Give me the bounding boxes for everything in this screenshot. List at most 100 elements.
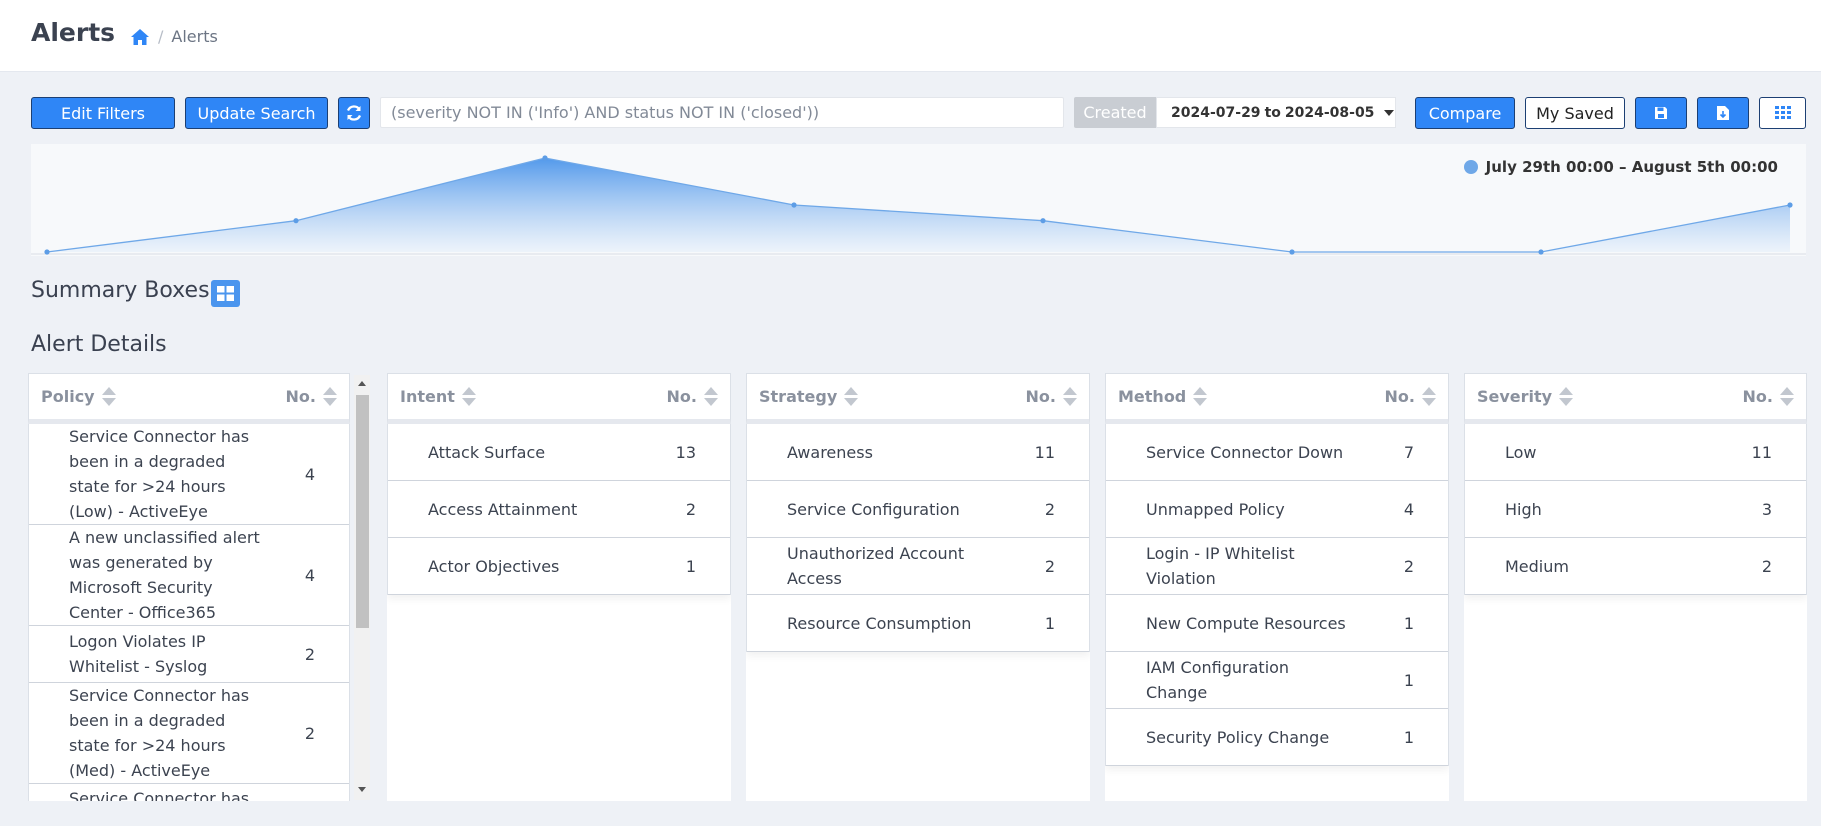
chart-legend: July 29th 00:00 – August 5th 00:00: [1463, 158, 1778, 176]
sort-icon[interactable]: [1193, 387, 1208, 406]
scroll-up-arrow[interactable]: [358, 381, 366, 386]
home-icon[interactable]: [130, 28, 150, 46]
table-row[interactable]: Service Connector Down 7: [1106, 424, 1448, 481]
policy-count-column-header[interactable]: No.: [286, 387, 337, 406]
strategy-column-header[interactable]: Strategy: [759, 387, 859, 406]
sort-icon[interactable]: [704, 387, 718, 406]
row-label: Unmapped Policy: [1146, 499, 1285, 519]
table-row[interactable]: Medium 2: [1465, 538, 1806, 595]
row-count: 2: [1044, 499, 1055, 519]
intent-table-header: Intent No.: [387, 373, 731, 424]
table-row[interactable]: Service Connector has been in a degraded…: [29, 683, 349, 784]
intent-count-column-header[interactable]: No.: [667, 387, 718, 406]
row-count: 2: [1044, 556, 1055, 576]
my-saved-button[interactable]: My Saved: [1525, 97, 1625, 129]
date-to-word: to: [1264, 104, 1281, 121]
table-row[interactable]: New Compute Resources 1: [1106, 595, 1448, 652]
method-column-header[interactable]: Method: [1118, 387, 1208, 406]
date-range-picker[interactable]: 2024-07-29 to 2024-08-05: [1156, 97, 1396, 128]
grid-view-button[interactable]: [1759, 97, 1806, 129]
table-row[interactable]: Awareness 11: [747, 424, 1089, 481]
chart-point-5[interactable]: [1289, 249, 1295, 255]
count-header-label: No.: [666, 387, 697, 406]
strategy-count-column-header[interactable]: No.: [1026, 387, 1077, 406]
row-label: A new unclassified alert was generated b…: [69, 528, 260, 622]
table-row[interactable]: Logon Violates IP Whitelist - Syslog 2: [29, 626, 349, 683]
row-count: 1: [1403, 613, 1414, 633]
save-button[interactable]: [1635, 97, 1687, 129]
table-row[interactable]: High 3: [1465, 481, 1806, 538]
strategy-table-header: Strategy No.: [746, 373, 1090, 424]
chart-point-2[interactable]: [542, 155, 548, 161]
table-row[interactable]: Access Attainment 2: [388, 481, 730, 538]
row-count: 11: [1034, 442, 1055, 462]
sort-icon[interactable]: [1559, 387, 1574, 406]
summary-grid-icon[interactable]: [211, 280, 240, 307]
legend-label: July 29th 00:00 – August 5th 00:00: [1485, 158, 1778, 176]
breadcrumb-separator: /: [158, 27, 164, 46]
row-count: 3: [1761, 499, 1772, 519]
policy-scrollbar[interactable]: [354, 375, 370, 800]
policy-table-header: Policy No.: [28, 373, 350, 424]
method-count-column-header[interactable]: No.: [1385, 387, 1436, 406]
refresh-button[interactable]: [338, 97, 370, 129]
sort-icon[interactable]: [1780, 387, 1794, 406]
row-count: 1: [685, 556, 696, 576]
count-header-label: No.: [1025, 387, 1056, 406]
row-label: High: [1505, 499, 1542, 519]
intent-column-header[interactable]: Intent: [400, 387, 476, 406]
export-button[interactable]: [1697, 97, 1749, 129]
row-label: Service Connector has been in a degraded…: [69, 427, 250, 521]
table-row[interactable]: Actor Objectives 1: [388, 538, 730, 595]
table-row[interactable]: Service Configuration 2: [747, 481, 1089, 538]
chart-point-6[interactable]: [1538, 249, 1544, 255]
table-row[interactable]: Attack Surface 13: [388, 424, 730, 481]
severity-column-header[interactable]: Severity: [1477, 387, 1574, 406]
policy-column-header[interactable]: Policy: [41, 387, 116, 406]
search-query-input[interactable]: (severity NOT IN ('Info') AND status NOT…: [380, 97, 1064, 128]
chart-point-1[interactable]: [293, 218, 299, 224]
export-icon: [1716, 105, 1730, 121]
update-search-button[interactable]: Update Search: [185, 97, 328, 129]
scroll-down-arrow[interactable]: [358, 787, 366, 792]
table-row[interactable]: Service Connector has been in a degraded…: [29, 424, 349, 525]
chart-point-4[interactable]: [1040, 218, 1046, 224]
severity-count-column-header[interactable]: No.: [1743, 387, 1794, 406]
row-label: IAM Configuration Change: [1146, 658, 1290, 702]
table-row[interactable]: Login - IP Whitelist Violation 2: [1106, 538, 1448, 595]
sort-icon[interactable]: [323, 387, 337, 406]
row-count: 11: [1751, 442, 1772, 462]
sort-icon[interactable]: [844, 387, 859, 406]
table-row[interactable]: Security Policy Change 1: [1106, 709, 1448, 766]
table-row[interactable]: Low 11: [1465, 424, 1806, 481]
sort-icon[interactable]: [461, 387, 476, 406]
severity-header-label: Severity: [1477, 387, 1553, 406]
chart-point-3[interactable]: [791, 202, 797, 208]
sort-icon[interactable]: [1063, 387, 1077, 406]
alerts-timeline-chart: July 29th 00:00 – August 5th 00:00: [31, 144, 1806, 256]
row-count: 13: [675, 442, 696, 462]
severity-table: Severity No. Low 11 High 3 Medium 2: [1464, 373, 1807, 801]
severity-rows: Low 11 High 3 Medium 2: [1464, 424, 1807, 595]
row-label: Awareness: [787, 442, 873, 462]
row-label: New Compute Resources: [1146, 613, 1346, 633]
chart-point-0[interactable]: [44, 249, 50, 255]
scroll-thumb[interactable]: [356, 395, 369, 628]
sort-icon[interactable]: [101, 387, 116, 406]
table-row[interactable]: Resource Consumption 1: [747, 595, 1089, 652]
table-row[interactable]: Unauthorized Account Access 2: [747, 538, 1089, 595]
table-row[interactable]: Service Connector has: [29, 784, 349, 801]
date-to: 2024-08-05: [1284, 104, 1375, 121]
edit-filters-button[interactable]: Edit Filters: [31, 97, 175, 129]
table-row[interactable]: Unmapped Policy 4: [1106, 481, 1448, 538]
table-row[interactable]: IAM Configuration Change 1: [1106, 652, 1448, 709]
grid-icon: [1774, 106, 1791, 120]
save-icon: [1654, 106, 1668, 120]
sort-icon[interactable]: [1422, 387, 1436, 406]
row-label: Low: [1505, 442, 1537, 462]
row-label: Security Policy Change: [1146, 727, 1330, 747]
chart-point-7[interactable]: [1787, 202, 1793, 208]
table-row[interactable]: A new unclassified alert was generated b…: [29, 525, 349, 626]
compare-button[interactable]: Compare: [1415, 97, 1515, 129]
row-count: 2: [1761, 556, 1772, 576]
